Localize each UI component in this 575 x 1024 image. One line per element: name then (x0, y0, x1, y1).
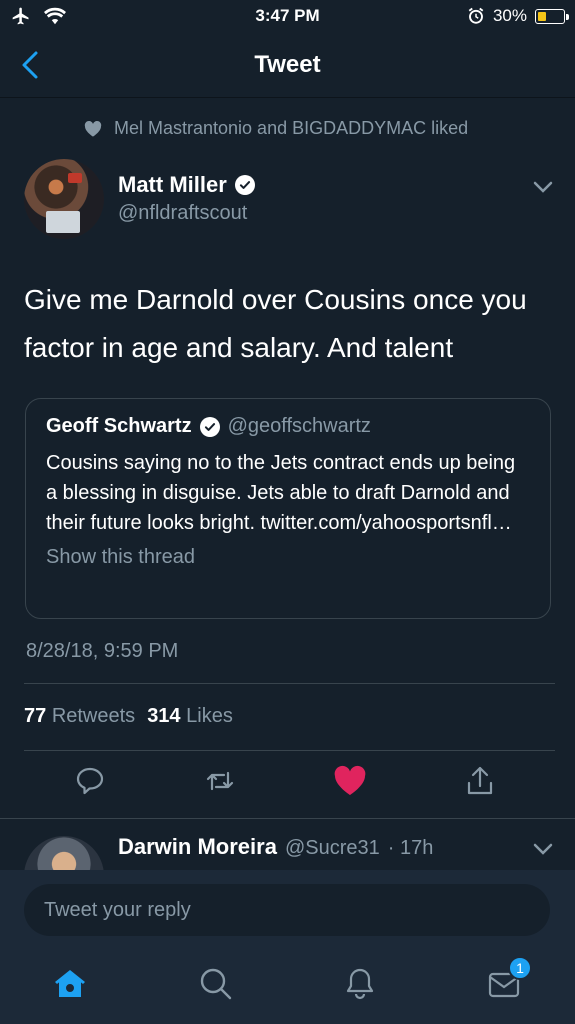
wifi-icon (44, 7, 66, 25)
social-context[interactable]: Mel Mastrantonio and BIGDADDYMAC liked (84, 118, 468, 139)
divider (24, 683, 555, 684)
show-thread-link[interactable]: Show this thread (46, 546, 530, 569)
status-time: 3:47 PM (255, 6, 320, 25)
back-chevron-icon[interactable] (18, 50, 42, 80)
status-right: 30% (467, 6, 569, 26)
reply-icon[interactable] (74, 765, 106, 797)
battery-icon (535, 8, 569, 24)
retweets-count: 77 (24, 705, 47, 727)
status-bar: 3:47 PM 30% (0, 0, 575, 32)
retweets-label: Retweets (51, 705, 136, 727)
retweets-stat[interactable]: 77 Retweets (24, 705, 135, 728)
verified-badge-icon (234, 175, 255, 195)
reply-input[interactable] (24, 884, 550, 936)
reply-author-handle: @Sucre31 (284, 837, 380, 859)
reply-author-name: Darwin Moreira (118, 834, 277, 859)
quoted-tweet-text: Cousins saying no to the Jets contract e… (46, 452, 516, 534)
notifications-bell-icon[interactable] (342, 966, 378, 1002)
alarm-icon (468, 7, 484, 24)
verified-badge-icon (199, 416, 220, 437)
tab-bar: 1 (0, 952, 575, 1024)
quoted-tweet[interactable]: Geoff Schwartz @geoffschwartz Cousins sa… (25, 398, 551, 619)
likes-stat[interactable]: 314 Likes (147, 705, 233, 728)
author-name: Matt Miller (118, 172, 227, 197)
battery-percent: 30% (492, 6, 527, 25)
author-block[interactable]: Matt Miller @nfldraftscout (118, 172, 255, 225)
tweet-timestamp: 8/28/18, 9:59 PM (26, 640, 179, 662)
divider (0, 818, 575, 819)
quoted-author-name: Geoff Schwartz (46, 415, 192, 437)
retweet-icon[interactable] (204, 765, 236, 797)
status-left (8, 6, 66, 26)
tweet-text: Give me Darnold over Cousins once you fa… (24, 284, 527, 363)
messages-badge: 1 (508, 956, 532, 980)
author-handle: @nfldraftscout (118, 202, 248, 224)
chevron-down-icon[interactable] (533, 842, 553, 856)
chevron-down-icon[interactable] (533, 180, 553, 194)
likes-count: 314 (147, 705, 181, 727)
tweet-actions (0, 765, 575, 805)
messages-tab[interactable]: 1 (486, 956, 532, 1002)
likes-label: Likes (186, 705, 233, 727)
share-icon[interactable] (464, 765, 496, 797)
compose-area: 1 (0, 870, 575, 1024)
home-icon[interactable] (52, 966, 88, 1002)
heart-icon (84, 120, 102, 137)
airplane-icon (12, 7, 29, 25)
page-title: Tweet (254, 50, 321, 78)
reply-time: · 17h (387, 837, 434, 859)
divider (24, 750, 555, 751)
nav-bar: Tweet (0, 32, 575, 98)
author-avatar[interactable] (24, 159, 104, 239)
search-icon[interactable] (198, 966, 234, 1002)
reply-header[interactable]: Darwin Moreira @Sucre31 · 17h (118, 834, 433, 860)
engagement-stats[interactable]: 77 Retweets 314 Likes (24, 705, 233, 728)
quoted-author-handle: @geoffschwartz (227, 415, 371, 437)
like-heart-icon[interactable] (334, 765, 366, 797)
social-context-text: Mel Mastrantonio and BIGDADDYMAC liked (114, 118, 469, 138)
